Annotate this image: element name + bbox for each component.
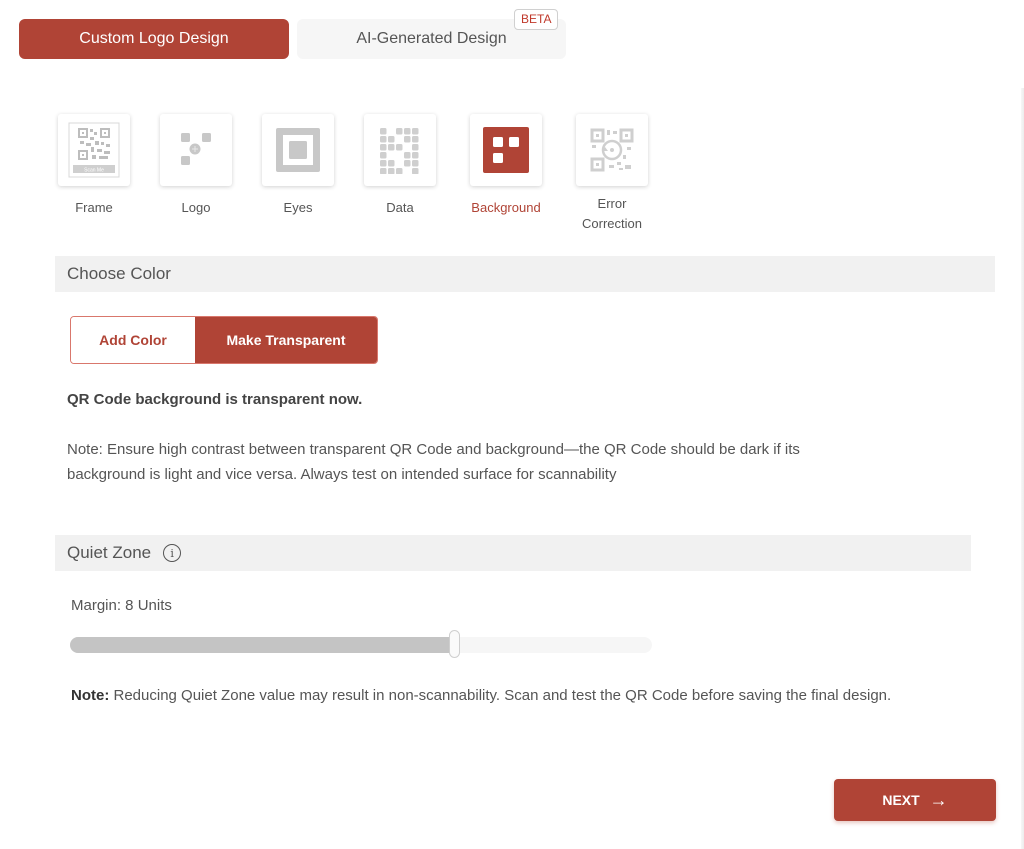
beta-badge: BETA: [514, 9, 559, 30]
option-error-correction-label: Error Correction: [582, 196, 642, 231]
option-background[interactable]: Background: [470, 114, 542, 218]
frame-icon: Scan Me: [68, 122, 120, 178]
eyes-icon: [276, 128, 320, 172]
next-button[interactable]: NEXT →: [834, 779, 996, 821]
make-transparent-button[interactable]: Make Transparent: [195, 317, 377, 363]
margin-slider[interactable]: [70, 630, 652, 658]
option-logo[interactable]: Logo: [160, 114, 232, 218]
option-frame-label: Frame: [75, 200, 113, 215]
margin-label: Margin: 8 Units: [71, 597, 172, 614]
option-data[interactable]: Data: [364, 114, 436, 218]
info-icon[interactable]: i: [163, 544, 182, 562]
color-mode-toggle: Add Color Make Transparent: [70, 316, 378, 364]
next-button-label: NEXT: [882, 792, 920, 808]
quiet-zone-note: Note: Reducing Quiet Zone value may resu…: [71, 683, 971, 708]
frame-scan-me-text: Scan Me: [84, 168, 104, 174]
tab-ai-generated-design-label: AI-Generated Design: [356, 30, 507, 47]
quiet-zone-note-bold: Note:: [71, 687, 110, 704]
quiet-zone-note-text: Reducing Quiet Zone value may result in …: [109, 687, 892, 704]
option-data-label: Data: [386, 200, 414, 215]
option-background-label: Background: [471, 200, 541, 215]
option-frame[interactable]: Scan Me Frame: [58, 114, 130, 218]
data-icon: [380, 128, 419, 174]
transparent-status-text: QR Code background is transparent now.: [67, 391, 363, 408]
option-error-correction[interactable]: Error Correction: [576, 114, 648, 234]
slider-thumb[interactable]: [449, 630, 461, 658]
choose-color-title: Choose Color: [67, 264, 171, 283]
quiet-zone-header: Quiet Zone i: [55, 535, 971, 571]
error-correction-icon: [590, 128, 634, 172]
option-eyes[interactable]: Eyes: [262, 114, 334, 218]
arrow-right-icon: →: [929, 789, 948, 810]
tab-custom-logo-design-label: Custom Logo Design: [79, 30, 229, 47]
slider-fill: [70, 637, 455, 653]
contrast-note: Note: Ensure high contrast between trans…: [67, 441, 800, 483]
background-icon: [483, 127, 529, 173]
option-logo-label: Logo: [181, 200, 211, 215]
choose-color-header: Choose Color: [55, 256, 995, 292]
option-eyes-label: Eyes: [283, 200, 313, 215]
logo-icon: [181, 133, 211, 165]
add-color-button[interactable]: Add Color: [71, 317, 195, 363]
tab-custom-logo-design[interactable]: Custom Logo Design: [19, 19, 289, 59]
quiet-zone-title: Quiet Zone: [67, 543, 152, 562]
